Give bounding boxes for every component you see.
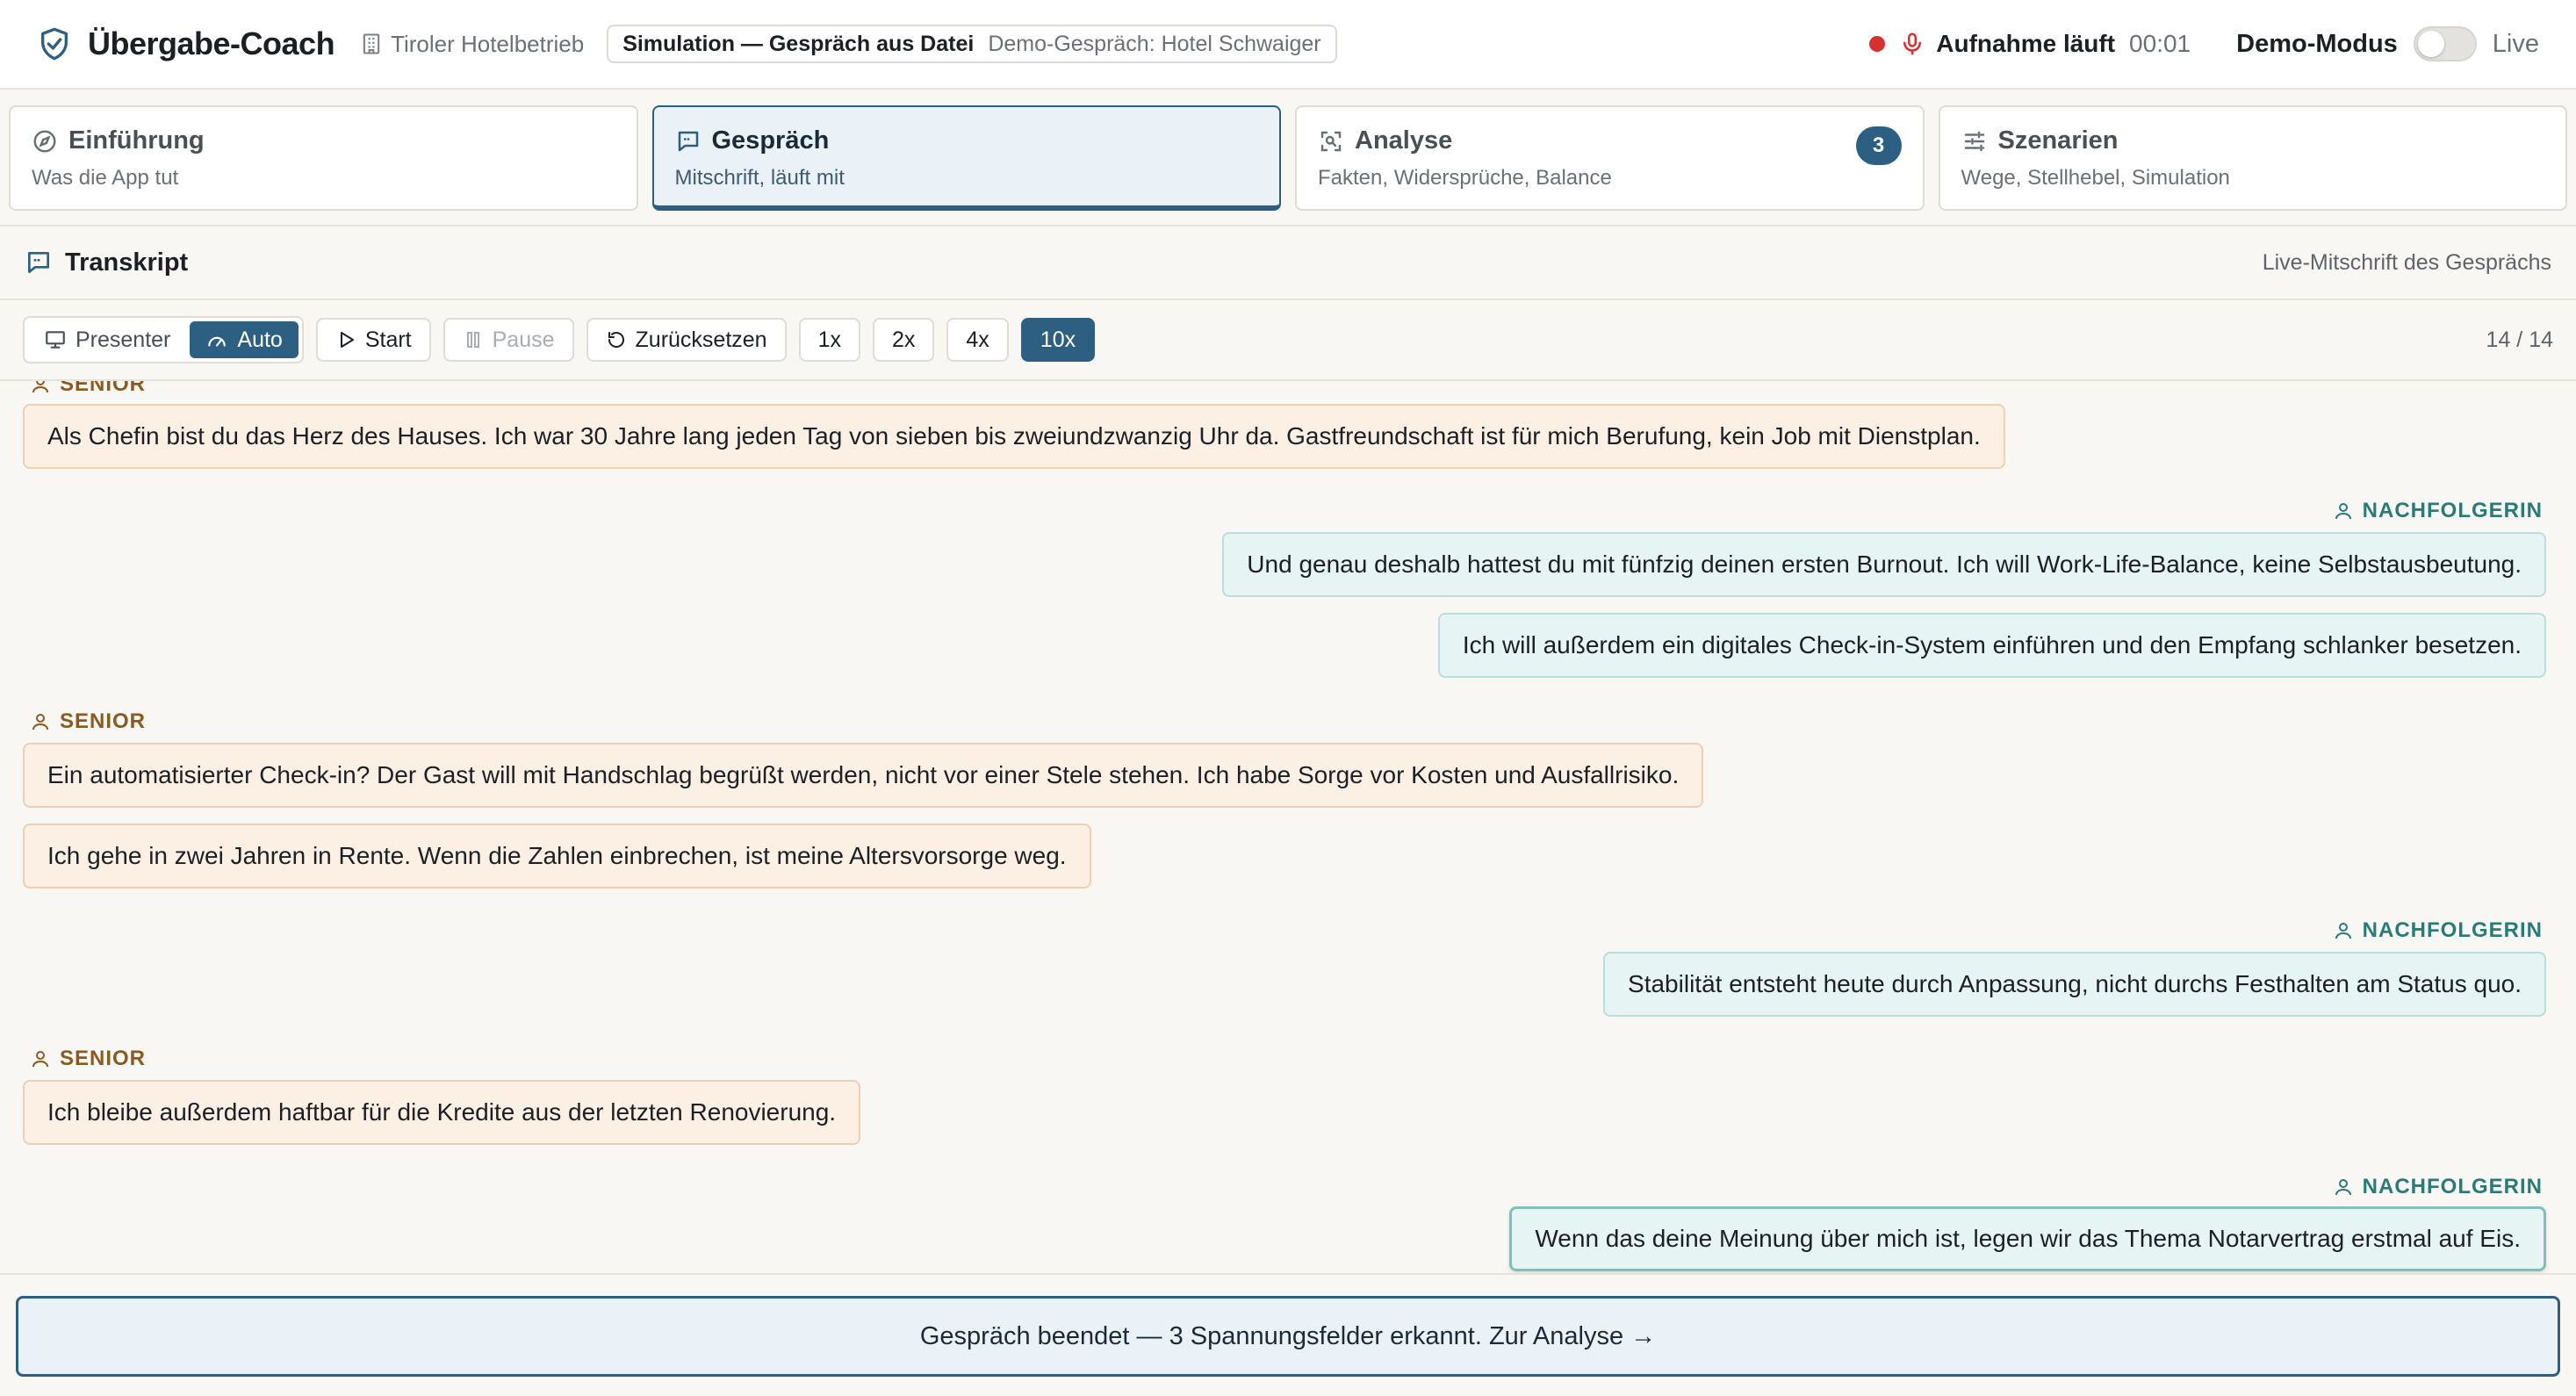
play-icon xyxy=(335,329,365,350)
tab-subtitle: Mitschrift, läuft mit xyxy=(674,166,845,190)
start-label: Start xyxy=(364,327,412,352)
auto-mode-button[interactable]: Auto xyxy=(190,321,299,358)
playback-toolbar: Presenter Auto Start Pause Zurücksetzen … xyxy=(0,300,2576,381)
message-bubble: Ein automatisierter Check-in? Der Gast w… xyxy=(23,743,1704,808)
presenter-mode-button[interactable]: Presenter xyxy=(28,321,186,358)
presenter-label: Presenter xyxy=(76,327,171,352)
main-tabs: Einführung Was die App tut Gespräch Mits… xyxy=(0,91,2576,227)
chat-icon xyxy=(675,128,712,155)
reset-button[interactable]: Zurücksetzen xyxy=(586,318,787,362)
simulation-source-pill[interactable]: Simulation — Gespräch aus Datei Demo-Ges… xyxy=(607,25,1337,63)
recording-dot-icon xyxy=(1869,36,1886,52)
header-status: Aufnahme läuft 00:01 Demo-Modus Live xyxy=(1869,26,2539,61)
transcript-chat-icon xyxy=(25,248,65,277)
transcript-header: Transkript Live-Mitschrift des Gesprächs xyxy=(0,227,2576,300)
recording-label: Aufnahme läuft xyxy=(1936,30,2116,57)
tab-title: Analyse xyxy=(1355,126,1453,155)
app-header: Übergabe-Coach Tiroler Hotelbetrieb Simu… xyxy=(0,0,2576,90)
tab-title: Szenarien xyxy=(1997,126,2119,155)
building-icon xyxy=(359,32,391,56)
tab-subtitle: Wege, Stellhebel, Simulation xyxy=(1961,166,2230,190)
speaker-label-senior: SENIOR xyxy=(30,1047,146,1071)
monitor-icon xyxy=(44,328,76,351)
organization-name: Tiroler Hotelbetrieb xyxy=(391,30,585,57)
transcript-subtitle: Live-Mitschrift des Gesprächs xyxy=(2262,249,2551,275)
recording-timer: 00:01 xyxy=(2129,30,2191,57)
message-bubble: Stabilität entsteht heute durch Anpassun… xyxy=(1603,952,2546,1017)
tab-subtitle: Was die App tut xyxy=(32,166,179,190)
sliders-icon xyxy=(1961,128,1998,155)
tab-szenarien[interactable]: Szenarien Wege, Stellhebel, Simulation xyxy=(1938,105,2567,211)
mode-switch: Presenter Auto xyxy=(23,316,304,363)
message-bubble: Ich gehe in zwei Jahren in Rente. Wenn d… xyxy=(23,824,1091,889)
tab-title: Gespräch xyxy=(711,126,830,155)
reset-icon xyxy=(606,329,636,350)
simulation-source: Demo-Gespräch: Hotel Schwaiger xyxy=(988,31,1321,56)
tab-einfuehrung[interactable]: Einführung Was die App tut xyxy=(9,105,638,211)
user-icon xyxy=(2333,1177,2363,1198)
speaker-label-nachfolgerin: NACHFOLGERIN xyxy=(2333,499,2543,523)
app-title: Übergabe-Coach xyxy=(88,25,335,61)
shield-handshake-icon xyxy=(37,26,72,61)
demo-mode-label: Demo-Modus xyxy=(2236,29,2398,58)
tab-title: Einführung xyxy=(68,126,205,155)
transcript-messages[interactable]: SENIOR Als Chefin bist du das Herz des H… xyxy=(0,381,2576,1273)
transcript-title: Transkript xyxy=(65,248,189,277)
message-bubble: Und genau deshalb hattest du mit fünfzig… xyxy=(1222,532,2546,597)
analysis-count-badge: 3 xyxy=(1855,126,1902,165)
user-icon xyxy=(30,1048,60,1069)
speed-1x-button[interactable]: 1x xyxy=(798,318,860,362)
microphone-icon xyxy=(1899,31,1925,57)
compass-icon xyxy=(32,128,68,155)
user-icon xyxy=(2333,920,2363,941)
start-button[interactable]: Start xyxy=(315,318,431,362)
user-icon xyxy=(2333,500,2363,522)
tab-analyse[interactable]: Analyse Fakten, Widersprüche, Balance 3 xyxy=(1295,105,1925,211)
pause-label: Pause xyxy=(492,327,555,352)
footer: Gespräch beendet — 3 Spannungsfelder erk… xyxy=(0,1273,2576,1396)
scan-icon xyxy=(1318,128,1355,155)
toggle-knob xyxy=(2417,31,2444,57)
speed-10x-button[interactable]: 10x xyxy=(1020,318,1096,362)
demo-live-toggle[interactable] xyxy=(2413,26,2477,61)
speaker-label-nachfolgerin: NACHFOLGERIN xyxy=(2333,918,2543,943)
user-icon xyxy=(30,711,60,732)
simulation-mode: Simulation — Gespräch aus Datei xyxy=(622,31,975,56)
message-bubble-latest: Wenn das deine Meinung über mich ist, le… xyxy=(1509,1206,2546,1271)
organization-label: Tiroler Hotelbetrieb xyxy=(359,31,584,58)
go-to-analysis-button[interactable]: Gespräch beendet — 3 Spannungsfelder erk… xyxy=(16,1296,2560,1377)
speaker-label-nachfolgerin: NACHFOLGERIN xyxy=(2333,1175,2543,1199)
reset-label: Zurücksetzen xyxy=(635,327,767,352)
live-label: Live xyxy=(2492,29,2539,58)
speed-2x-button[interactable]: 2x xyxy=(872,318,935,362)
tab-subtitle: Fakten, Widersprüche, Balance xyxy=(1318,166,1612,190)
tab-gespraech[interactable]: Gespräch Mitschrift, läuft mit xyxy=(651,105,1281,211)
gauge-icon xyxy=(205,328,237,351)
speaker-label-senior: SENIOR xyxy=(30,381,146,397)
speaker-label-senior: SENIOR xyxy=(30,709,146,734)
message-bubble: Ich bleibe außerdem haftbar für die Kred… xyxy=(23,1080,861,1145)
auto-label: Auto xyxy=(237,327,283,352)
user-icon xyxy=(30,381,60,395)
message-bubble: Ich will außerdem ein digitales Check-in… xyxy=(1437,613,2546,678)
message-bubble: Als Chefin bist du das Herz des Hauses. … xyxy=(23,404,2005,469)
pause-icon xyxy=(463,329,493,350)
pause-button[interactable]: Pause xyxy=(443,318,574,362)
speed-4x-button[interactable]: 4x xyxy=(946,318,1009,362)
message-counter: 14 / 14 xyxy=(2486,327,2553,352)
